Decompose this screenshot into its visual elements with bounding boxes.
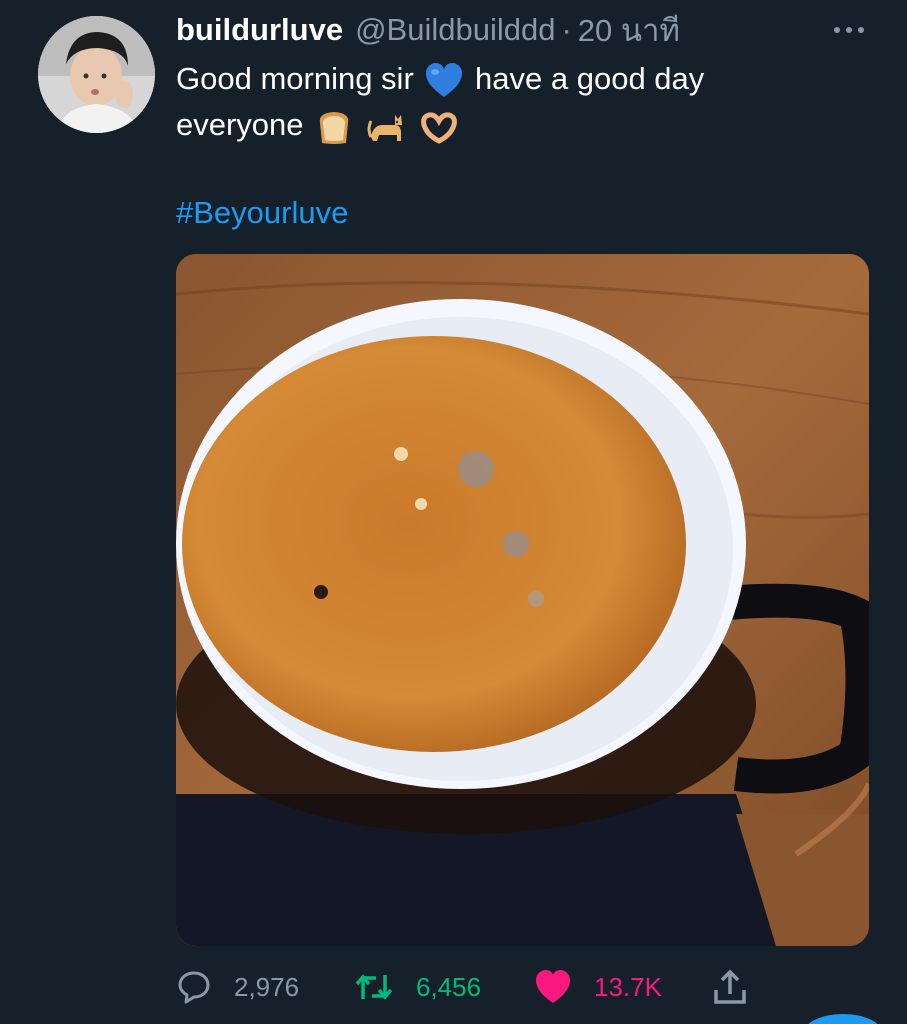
bread-icon [319, 111, 349, 144]
hashtag-link[interactable]: #Beyourluve [176, 190, 348, 236]
heart-icon [536, 970, 570, 1003]
heart-hands-icon [421, 112, 458, 144]
tweet-actions: 2,976 6,456 13.7K [176, 960, 776, 1014]
tweet-text-part2: have a good day [475, 61, 705, 96]
share-button[interactable] [712, 960, 748, 1014]
avatar-image [38, 16, 155, 133]
reply-button[interactable]: 2,976 [176, 960, 299, 1014]
floating-compose-button[interactable] [803, 1014, 883, 1024]
timestamp[interactable]: 20 นาที [578, 5, 680, 55]
retweet-button[interactable]: 6,456 [354, 960, 481, 1014]
user-handle[interactable]: @Buildbuilddd [355, 12, 555, 48]
cat-icon [367, 114, 402, 141]
like-button[interactable]: 13.7K [534, 960, 662, 1014]
avatar[interactable] [38, 16, 155, 133]
tweet-text-part3: everyone [176, 107, 304, 142]
display-name[interactable]: buildurluve [176, 12, 343, 48]
reply-icon [178, 971, 210, 1004]
tweet-text: Good morning sir have a good day everyon… [176, 56, 866, 148]
blue-heart-icon [426, 62, 463, 97]
tweet-text-part1: Good morning sir [176, 61, 414, 96]
tweet-header: buildurluve @Buildbuilddd · 20 นาที [176, 10, 680, 50]
reply-count: 2,976 [234, 971, 300, 1002]
more-icon [834, 27, 864, 33]
tweet-card: buildurluve @Buildbuilddd · 20 นาที Good… [0, 0, 907, 1024]
separator-dot: · [561, 12, 572, 47]
more-options-button[interactable] [831, 18, 867, 42]
share-icon [714, 969, 746, 1004]
coffee-photo [176, 254, 869, 946]
like-count: 13.7K [594, 971, 662, 1002]
retweet-icon [355, 974, 393, 1000]
tweet-media-photo[interactable] [176, 254, 869, 946]
retweet-count: 6,456 [416, 971, 482, 1002]
